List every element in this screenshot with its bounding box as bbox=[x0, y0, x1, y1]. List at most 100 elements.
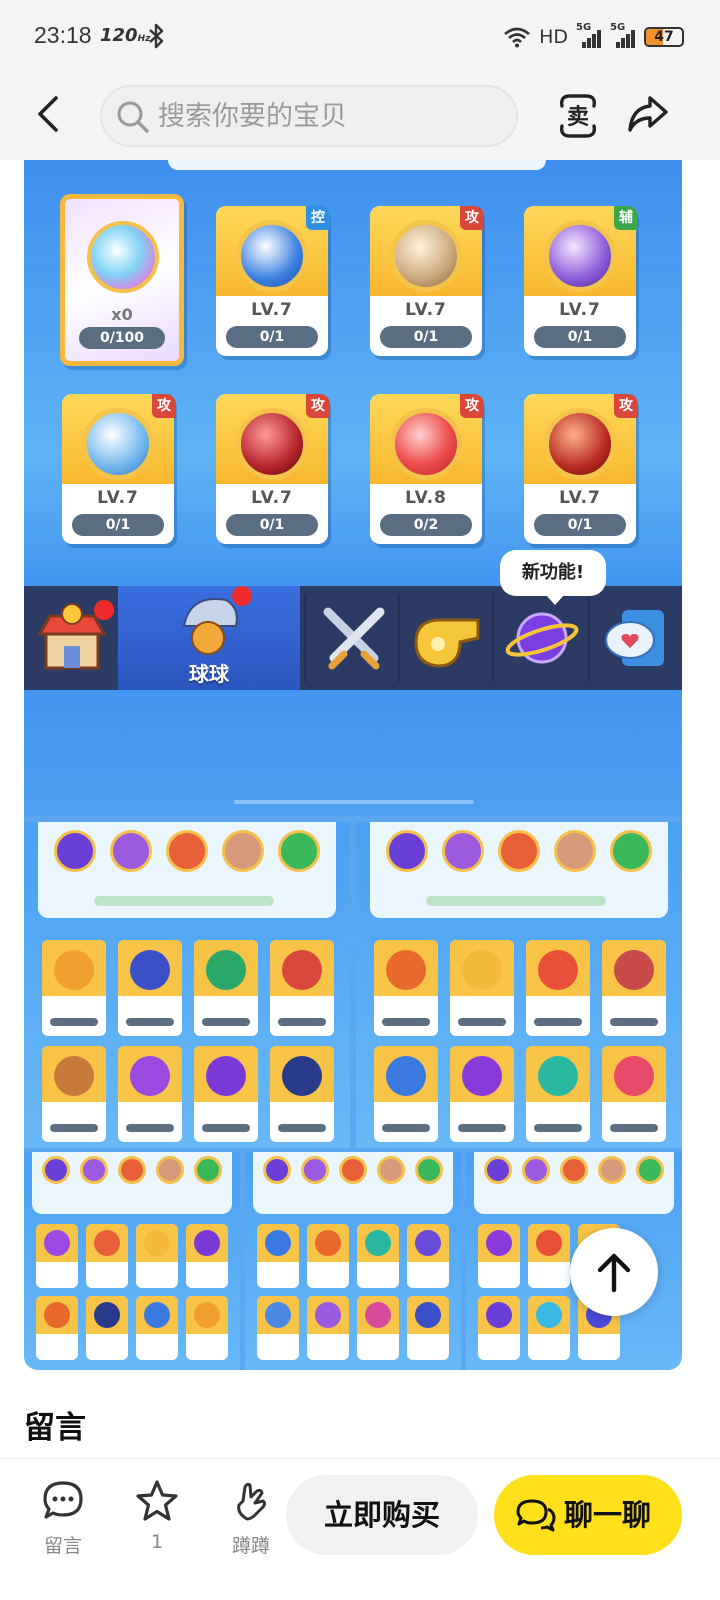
game-screenshot-thumb[interactable] bbox=[24, 822, 350, 1148]
thumb-ball-icon bbox=[386, 830, 428, 872]
search-header: 卖 bbox=[0, 74, 720, 160]
thumb-card bbox=[374, 1046, 438, 1142]
sim2-label: 5G bbox=[610, 22, 626, 33]
thumb-ball-icon bbox=[42, 1156, 70, 1184]
ball-card: 攻 LV.7 0/1 bbox=[370, 194, 484, 358]
product-image-gallery[interactable]: x0 0/100 控 LV.7 0/1 攻 LV.7 0/1 辅 LV.7 0/… bbox=[24, 160, 682, 1370]
card-count: 0/1 bbox=[534, 514, 626, 536]
thumb-card bbox=[194, 940, 258, 1036]
thumb-card bbox=[42, 940, 106, 1036]
thumb-card bbox=[357, 1296, 399, 1360]
ball-orb-icon bbox=[82, 408, 154, 480]
scroll-to-top-button[interactable] bbox=[570, 1228, 658, 1316]
thumb-card bbox=[478, 1296, 520, 1360]
thumb-card bbox=[478, 1224, 520, 1288]
thumb-card bbox=[526, 940, 590, 1036]
ball-card: 攻 LV.7 0/1 bbox=[524, 382, 638, 546]
thumb-ball-icon bbox=[110, 830, 152, 872]
refresh-rate-indicator: 120Hz bbox=[100, 25, 150, 46]
card-tag: 攻 bbox=[306, 394, 330, 418]
thumb-ball-icon bbox=[263, 1156, 291, 1184]
thumb-card bbox=[36, 1296, 78, 1360]
thumb-card bbox=[136, 1296, 178, 1360]
thumb-card bbox=[526, 1046, 590, 1142]
new-feature-bubble: 新功能! bbox=[500, 550, 606, 605]
ball-orb-icon bbox=[544, 220, 616, 292]
thumb-card bbox=[374, 940, 438, 1036]
ball-orb-icon bbox=[236, 220, 308, 292]
card-count: 0/1 bbox=[226, 326, 318, 348]
thumb-ball-icon bbox=[222, 830, 264, 872]
card-tag: 攻 bbox=[152, 394, 176, 418]
thumb-card bbox=[450, 1046, 514, 1142]
thumb-ball-icon bbox=[442, 830, 484, 872]
game-screenshot-thumb[interactable] bbox=[356, 822, 682, 1148]
whistle-icon[interactable] bbox=[408, 598, 488, 678]
hand-tap-icon bbox=[237, 1482, 266, 1521]
signal-sim2-icon: 5G bbox=[610, 22, 636, 48]
thumb-ball-icon bbox=[554, 830, 596, 872]
top-panel-edge bbox=[168, 160, 546, 170]
thumb-card bbox=[270, 1046, 334, 1142]
card-tag: 攻 bbox=[460, 394, 484, 418]
ball-orb-icon bbox=[390, 408, 462, 480]
planet-icon[interactable] bbox=[502, 598, 582, 678]
chat-button[interactable]: 聊一聊 bbox=[494, 1475, 682, 1555]
thumb-banner bbox=[426, 896, 606, 906]
thumb-ball-icon bbox=[377, 1156, 405, 1184]
back-button[interactable] bbox=[28, 92, 72, 136]
thumb-card bbox=[307, 1296, 349, 1360]
chat-heart-icon[interactable] bbox=[598, 598, 678, 678]
bottom-action-bar: 留言 1 蹲蹲 立即购买 聊一聊 bbox=[0, 1458, 720, 1600]
search-input[interactable] bbox=[158, 97, 498, 135]
ball-card: 攻 LV.8 0/2 bbox=[370, 382, 484, 546]
status-bar: 23:18 120Hz HD 5G 5G 47 bbox=[0, 0, 720, 74]
card-level: LV.7 bbox=[251, 300, 293, 320]
thumb-ball-icon bbox=[610, 830, 652, 872]
card-tag: 控 bbox=[306, 206, 330, 230]
card-level: LV.8 bbox=[405, 488, 447, 508]
thumb-ball-icon bbox=[484, 1156, 512, 1184]
special-orb-icon bbox=[87, 221, 159, 293]
thumb-card bbox=[357, 1224, 399, 1288]
thumb-card bbox=[528, 1224, 570, 1288]
signal-sim1-icon: 5G bbox=[576, 22, 602, 48]
battery-icon: 47 bbox=[644, 27, 684, 47]
game-home-indicator bbox=[234, 800, 474, 804]
chat-label: 聊一聊 bbox=[564, 1498, 652, 1532]
game-nav-bar: 球球 bbox=[24, 586, 682, 690]
card-count: 0/1 bbox=[226, 514, 318, 536]
special-card-count: x0 bbox=[111, 305, 133, 324]
card-level: LV.7 bbox=[559, 300, 601, 320]
game-screenshot-main[interactable]: x0 0/100 控 LV.7 0/1 攻 LV.7 0/1 辅 LV.7 0/… bbox=[24, 160, 682, 816]
status-right: HD 5G 5G 47 bbox=[503, 22, 684, 52]
battery-level: 47 bbox=[654, 29, 674, 45]
search-icon bbox=[117, 101, 149, 133]
buy-now-button[interactable]: 立即购买 bbox=[286, 1475, 478, 1555]
thumb-card bbox=[86, 1296, 128, 1360]
thumb-ball-icon bbox=[118, 1156, 146, 1184]
game-screenshot-thumb[interactable] bbox=[245, 1152, 461, 1370]
nudge-button[interactable]: 蹲蹲 bbox=[214, 1475, 288, 1557]
thumb-card bbox=[257, 1296, 299, 1360]
thumb-card bbox=[136, 1224, 178, 1288]
battle-swords-icon[interactable] bbox=[314, 598, 394, 678]
share-icon[interactable] bbox=[626, 92, 670, 136]
favorite-button[interactable]: 1 bbox=[120, 1475, 194, 1555]
game-screenshot-thumb[interactable] bbox=[24, 1152, 240, 1370]
ball-card: 攻 LV.7 0/1 bbox=[216, 382, 330, 546]
sell-icon[interactable]: 卖 bbox=[556, 92, 600, 140]
thumb-ball-icon bbox=[522, 1156, 550, 1184]
thumb-ball-icon bbox=[194, 1156, 222, 1184]
wifi-icon bbox=[504, 27, 530, 48]
ball-card: 攻 LV.7 0/1 bbox=[62, 382, 176, 546]
thumb-ball-icon bbox=[415, 1156, 443, 1184]
card-tag: 攻 bbox=[614, 394, 638, 418]
thumb-card bbox=[36, 1224, 78, 1288]
search-box[interactable] bbox=[100, 85, 518, 147]
thumb-ball-icon bbox=[560, 1156, 588, 1184]
comment-button[interactable]: 留言 bbox=[26, 1475, 100, 1557]
thumb-card bbox=[407, 1224, 449, 1288]
ball-orb-icon bbox=[544, 408, 616, 480]
thumb-banner bbox=[94, 896, 274, 906]
